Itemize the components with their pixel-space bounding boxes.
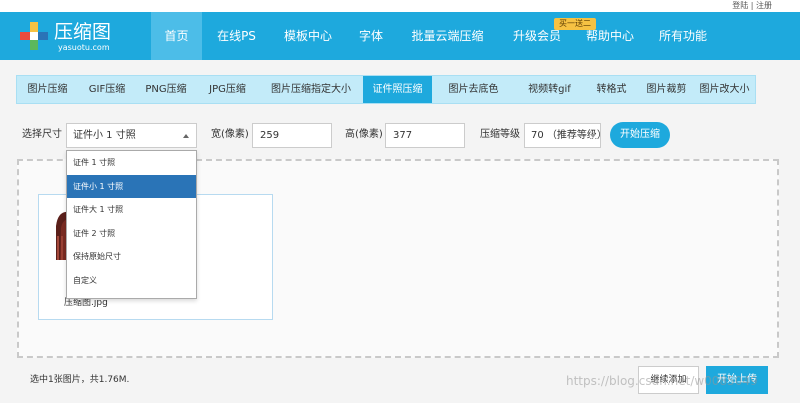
compression-level-select[interactable]: 70 （推荐等级） [524,123,601,148]
size-option-small-1-inch[interactable]: 证件小 1 寸照 [67,174,196,198]
height-label: 高(像素) [345,129,383,140]
height-input[interactable]: 377 [385,123,465,148]
tab-jpg-compress[interactable]: JPG压缩 [196,76,259,103]
nav-all-features[interactable]: 所有功能 [650,12,716,60]
tab-image-compress[interactable]: 图片压缩 [17,76,78,103]
caret-up-icon [183,134,189,138]
nav-batch-compress[interactable]: 批量云端压缩 [401,12,494,60]
nav-online-ps[interactable]: 在线PS [208,12,265,60]
selection-status: 选中1张图片，共1.76M. [30,375,130,385]
link-separator: | [750,1,754,10]
tab-video-to-gif[interactable]: 视频转gif [515,76,584,103]
start-compress-button[interactable]: 开始压缩 [610,122,670,148]
size-option-custom[interactable]: 自定义 [67,269,196,293]
logo-cross-icon [20,22,48,50]
logo-subtitle: yasuotu.com [58,43,110,52]
tool-tabs: 图片压缩 GIF压缩 PNG压缩 JPG压缩 图片压缩指定大小 证件照压缩 图片… [16,75,756,104]
register-link[interactable]: 注册 [756,1,772,10]
compression-level-label: 压缩等级 [480,129,520,140]
start-upload-button[interactable]: 开始上传 [706,366,768,394]
nav-templates[interactable]: 模板中心 [275,12,341,60]
tab-compress-to-size[interactable]: 图片压缩指定大小 [259,76,363,103]
width-label: 宽(像素) [211,129,249,140]
tab-crop-image[interactable]: 图片裁剪 [639,76,694,103]
account-links: 登陆 | 注册 [732,0,772,12]
tab-png-compress[interactable]: PNG压缩 [136,76,196,103]
tab-id-photo-compress[interactable]: 证件照压缩 [363,76,432,103]
promo-badge: 买一送二 [554,18,596,30]
continue-adding-button[interactable]: 继续添加 [638,366,699,394]
size-label: 选择尺寸 [22,129,62,140]
main-navbar: 压缩图 yasuotu.com 首页 在线PS 模板中心 字体 批量云端压缩 升… [0,12,800,60]
tab-gif-compress[interactable]: GIF压缩 [78,76,136,103]
chevron-down-icon [590,134,596,138]
nav-home[interactable]: 首页 [151,12,202,60]
login-link[interactable]: 登陆 [732,1,748,10]
top-utility-bar: 登陆 | 注册 [0,0,800,12]
logo-title[interactable]: 压缩图 [54,22,111,42]
width-input[interactable]: 259 [252,123,332,148]
tab-convert-format[interactable]: 转格式 [584,76,639,103]
tab-remove-background[interactable]: 图片去底色 [432,76,515,103]
tab-resize-image[interactable]: 图片改大小 [694,76,755,103]
size-option-large-1-inch[interactable]: 证件大 1 寸照 [67,198,196,222]
nav-fonts[interactable]: 字体 [351,12,391,60]
size-select-value: 证件小 1 寸照 [73,130,136,141]
size-dropdown-menu: 证件 1 寸照 证件小 1 寸照 证件大 1 寸照 证件 2 寸照 保持原始尺寸… [66,150,197,299]
size-option-original[interactable]: 保持原始尺寸 [67,245,196,269]
size-option-2-inch[interactable]: 证件 2 寸照 [67,222,196,246]
size-option-1-inch[interactable]: 证件 1 寸照 [67,151,196,175]
size-select[interactable]: 证件小 1 寸照 [66,123,197,148]
